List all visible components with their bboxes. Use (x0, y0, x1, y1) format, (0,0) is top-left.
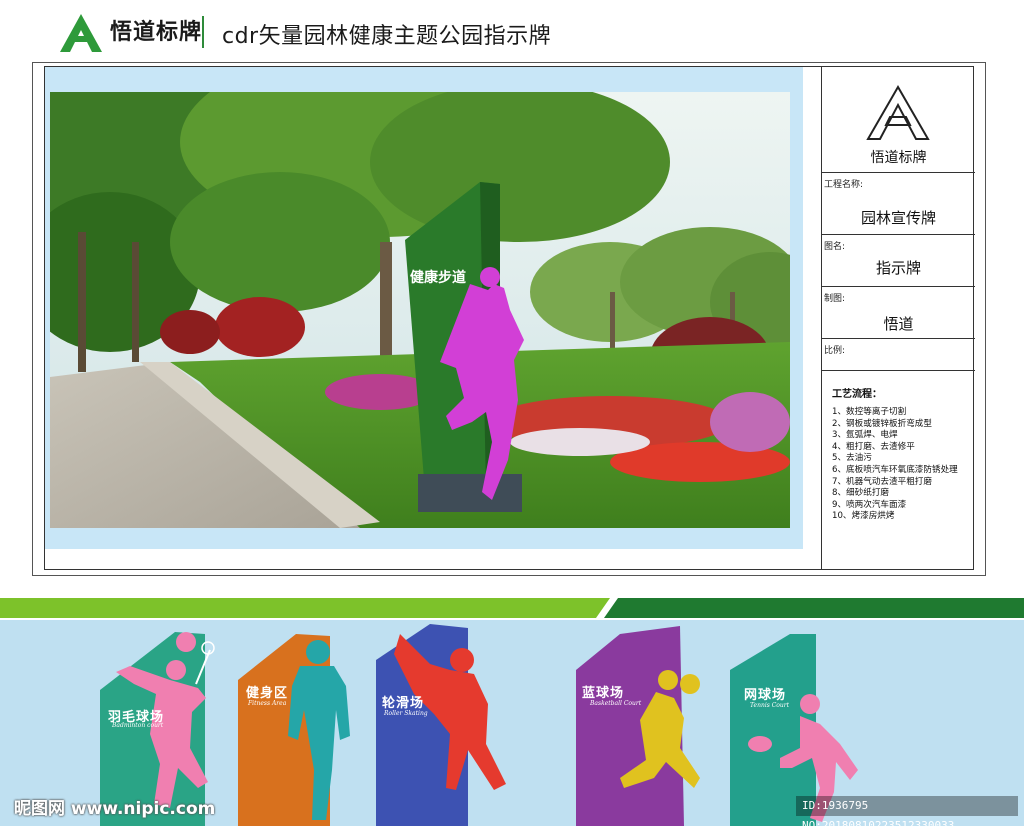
process-step: 4、粗打磨、去渣修平 (832, 441, 915, 452)
sign-sublabel-tennis: Tennis Court (750, 702, 790, 709)
drafter-label: 制图: (824, 294, 846, 304)
sign-sublabel-fitness: Fitness Area (248, 700, 287, 707)
title-block-brand: 悟道标牌 (870, 150, 927, 166)
sign-title-text: 健康步道 (410, 269, 466, 286)
process-step: 8、细砂纸打磨 (832, 488, 890, 499)
project-name-label: 工程名称: (824, 180, 864, 190)
page-header: 悟道标牌 cdr矢量园林健康主题公园指示牌 (0, 0, 1024, 62)
process-step: 5、去油污 (832, 453, 872, 464)
watermark-site: 昵图网 www.nipic.com (14, 799, 216, 819)
project-name-value: 园林宣传牌 (860, 209, 936, 227)
sign-sublabel-basketball: Basketball Court (590, 700, 642, 707)
process-step: 1、数控等离子切割 (832, 407, 907, 417)
process-list: 1、数控等离子切割 2、钢板或镀锌板折弯成型 3、氩弧焊、电焊 4、粗打磨、去渣… (832, 407, 958, 523)
process-step: 2、钢板或镀锌板折弯成型 (832, 418, 932, 429)
sign-label-roller: 轮滑场 (382, 696, 425, 711)
scale-label: 比例: (824, 346, 846, 356)
header-divider (202, 16, 204, 48)
process-title: 工艺流程： (832, 389, 882, 400)
sign-label-basketball: 蓝球场 (582, 686, 625, 701)
sign-label-fitness: 健身区 (246, 686, 289, 701)
process-step: 3、氩弧焊、电焊 (832, 430, 898, 441)
project-name-cell: 工程名称: 园林宣传牌 (822, 173, 975, 235)
sign-sublabel-badminton: Badminton court (112, 722, 164, 729)
scale-cell: 比例: (822, 339, 975, 371)
brand-logo-icon (60, 14, 102, 52)
park-photo: 健康步道 (50, 92, 790, 528)
drawing-name-label: 图名: (824, 242, 846, 252)
process-step: 6、底板喷汽车环氧底漆防锈处理 (832, 464, 958, 475)
drawing-name-cell: 图名: 指示牌 (822, 235, 975, 287)
drafter-cell: 制图: 悟道 (822, 287, 975, 339)
process-step: 10、烤漆房烘烤 (832, 511, 895, 522)
drafter-value: 悟道 (883, 315, 914, 333)
title-block-logo-cell: 悟道标牌 (822, 67, 975, 173)
brand-outline-logo-icon (866, 85, 930, 140)
document-title: cdr矢量园林健康主题公园指示牌 (222, 24, 552, 49)
process-cell: 工艺流程： 1、数控等离子切割 2、钢板或镀锌板折弯成型 3、氩弧焊、电焊 4、… (822, 371, 975, 569)
drawing-name-value: 指示牌 (875, 259, 921, 277)
sign-sublabel-roller: Roller Skating (384, 710, 428, 717)
process-step: 9、喷两次汽车面漆 (832, 499, 907, 510)
watermark-id: ID:1936795 NO:20180810223512330033 (796, 796, 1018, 826)
park-scene-illustration: 健康步道 (50, 92, 790, 528)
title-block: 悟道标牌 工程名称: 园林宣传牌 图名: 指示牌 制图: 悟道 比例: 工艺流程… (821, 67, 975, 569)
process-step: 7、机器气动去渣平粗打磨 (832, 476, 932, 487)
brand-name: 悟道标牌 (110, 20, 203, 45)
decorative-stripe (0, 598, 1024, 618)
sign-label-tennis: 网球场 (744, 688, 787, 703)
